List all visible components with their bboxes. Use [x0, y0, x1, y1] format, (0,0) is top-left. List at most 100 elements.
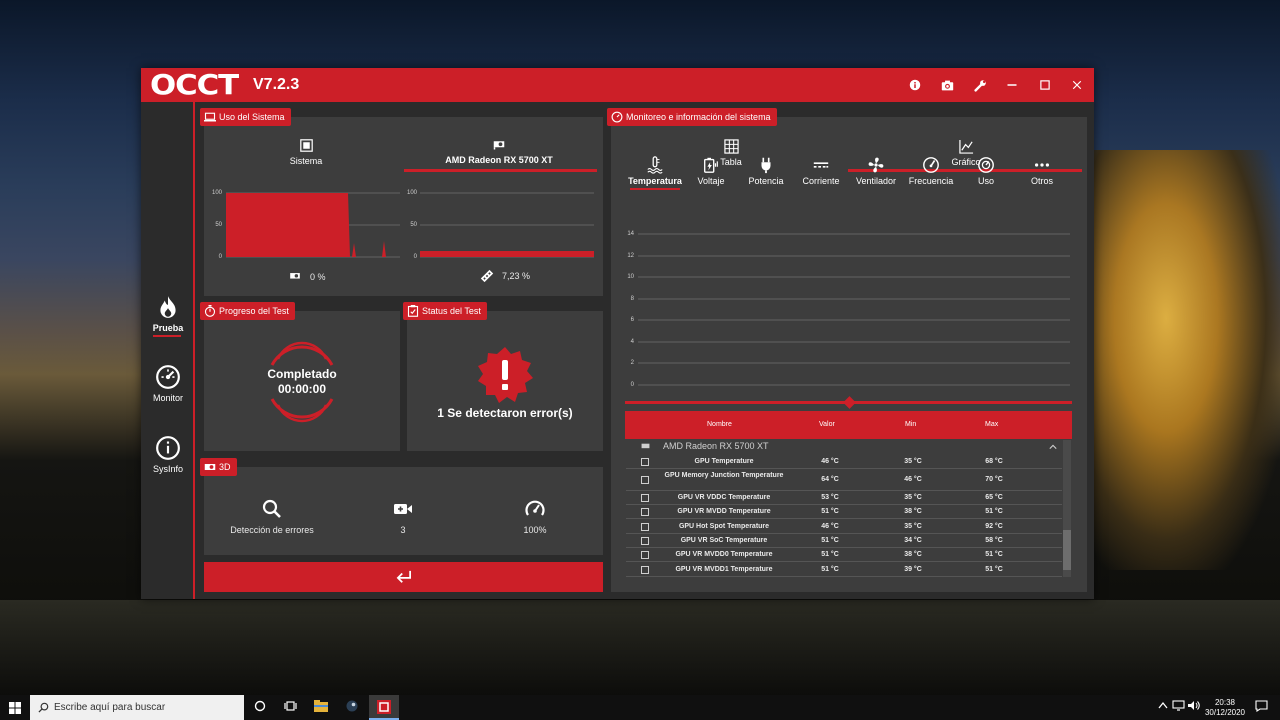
monitor-graph-grid: [638, 233, 1070, 386]
info-icon[interactable]: [906, 76, 924, 94]
graph-axis-tick: 10: [627, 274, 634, 280]
sensor-table-header: Nombre Valor Min Max: [625, 411, 1072, 439]
graph-axis-tick: 4: [630, 339, 634, 345]
row-checkbox[interactable]: [641, 566, 649, 574]
sensor-value: 46 °C: [821, 458, 839, 465]
table-row[interactable]: GPU Hot Spot Temperature 46 °C 35 °C 92 °C: [626, 520, 1062, 534]
row-checkbox[interactable]: [641, 476, 649, 484]
gpu-usage-value: 7,23 %: [502, 271, 531, 281]
scrollbar-thumb[interactable]: [1063, 530, 1071, 570]
category-temperatura[interactable]: Temperatura: [627, 156, 683, 190]
column-header-valor[interactable]: Valor: [819, 421, 835, 428]
column-header-nombre[interactable]: Nombre: [707, 421, 732, 428]
table-row[interactable]: GPU Memory Junction Temperature 64 °C 46 °…: [626, 469, 1062, 491]
sensor-min: 35 °C: [904, 523, 922, 530]
table-row[interactable]: GPU VR MVDD0 Temperature 51 °C 38 °C 51 °C: [626, 548, 1062, 562]
minimize-icon[interactable]: [1003, 76, 1021, 94]
category-otros[interactable]: Otros: [1014, 156, 1070, 186]
cpu-usage-value: 0 %: [310, 271, 326, 282]
speedometer-icon: [923, 157, 939, 173]
plug-icon: [761, 157, 771, 174]
sensor-value: 51 °C: [821, 537, 839, 544]
gauge-icon: [978, 157, 994, 173]
graph-axis-tick: 12: [627, 253, 634, 259]
row-checkbox[interactable]: [641, 508, 649, 516]
taskbar-occt-app[interactable]: [369, 695, 399, 720]
camera-icon[interactable]: [938, 76, 956, 94]
table-row[interactable]: GPU VR SoC Temperature 51 °C 34 °C 58 °C: [626, 534, 1062, 548]
progress-time: 00:00:00: [277, 382, 327, 396]
sensor-min: 38 °C: [904, 508, 922, 515]
category-ventilador[interactable]: Ventilador: [848, 156, 904, 186]
sidebar-item-monitor[interactable]: Monitor: [141, 364, 195, 403]
clipboard-check-icon: [407, 305, 419, 317]
panel-title: Uso del Sistema: [219, 112, 285, 122]
gpu-icon: [493, 141, 505, 150]
column-header-max[interactable]: Max: [985, 421, 998, 428]
steam-icon[interactable]: [345, 700, 359, 714]
tab-sistema[interactable]: Sistema: [266, 139, 346, 166]
row-checkbox[interactable]: [641, 458, 649, 466]
sensor-value: 51 °C: [821, 508, 839, 515]
clock-time: 20:38: [1214, 698, 1236, 707]
graph-axis-tick: 6: [630, 317, 634, 323]
windows-start-icon[interactable]: [9, 702, 21, 714]
graph-axis-tick: 0: [630, 382, 634, 388]
column-header-min[interactable]: Min: [905, 421, 916, 428]
category-uso[interactable]: Uso: [958, 156, 1014, 186]
row-checkbox[interactable]: [641, 551, 649, 559]
row-checkbox[interactable]: [641, 537, 649, 545]
cpu-axis-tick: 50: [215, 222, 222, 228]
sensor-max: 51 °C: [985, 551, 1003, 558]
row-checkbox[interactable]: [641, 494, 649, 502]
progress-tag: Progreso del Test: [200, 302, 295, 320]
taskbar-search-box[interactable]: Escribe aquí para buscar: [30, 695, 244, 720]
chevron-up-icon[interactable]: [1049, 443, 1057, 451]
row-checkbox[interactable]: [641, 523, 649, 531]
search-icon: [38, 702, 49, 713]
monitor-tag: Monitoreo e información del sistema: [607, 108, 777, 126]
start-test-button[interactable]: [204, 562, 603, 592]
task-view-icon[interactable]: [283, 700, 297, 714]
cortana-icon[interactable]: [253, 700, 267, 714]
file-explorer-icon[interactable]: [314, 700, 328, 714]
category-frecuencia[interactable]: Frecuencia: [903, 156, 959, 186]
sensor-name: GPU VR SoC Temperature: [680, 537, 768, 544]
sensor-value: 51 °C: [821, 551, 839, 558]
gpu-axis-tick: 50: [410, 222, 417, 228]
taskbar-clock[interactable]: 20:38 30/12/2020: [1200, 698, 1250, 718]
test-progress-panel: Progreso del Test Completado 00:00:00: [200, 302, 400, 451]
sensor-value: 46 °C: [821, 523, 839, 530]
titlebar[interactable]: OCCT V7.2.3: [141, 68, 1094, 102]
3d-tag: 3D: [200, 458, 237, 476]
table-row[interactable]: GPU VR MVDD1 Temperature 51 °C 39 °C 51 °C: [626, 563, 1062, 577]
close-icon[interactable]: [1068, 76, 1086, 94]
wrench-icon[interactable]: [971, 76, 989, 94]
device-group-row[interactable]: AMD Radeon RX 5700 XT: [626, 440, 1062, 453]
sidebar-item-sysinfo[interactable]: SysInfo: [141, 435, 195, 474]
table-row[interactable]: GPU VR VDDC Temperature 53 °C 35 °C 65 °C: [626, 491, 1062, 505]
maximize-icon[interactable]: [1036, 76, 1054, 94]
table-scrollbar[interactable]: [1063, 440, 1071, 577]
sensor-name: GPU Temperature: [694, 458, 754, 465]
3d-item-label: 100%: [523, 525, 547, 535]
chevron-up-icon[interactable]: [1156, 700, 1170, 714]
volume-icon[interactable]: [1186, 700, 1200, 714]
gpu-icon: [290, 273, 300, 279]
cpu-icon: [299, 139, 313, 152]
tab-label: Sistema: [289, 156, 323, 166]
category-corriente[interactable]: Corriente: [793, 156, 849, 186]
table-row[interactable]: GPU VR MVDD Temperature 51 °C 38 °C 51 °C: [626, 505, 1062, 519]
table-row[interactable]: GPU Temperature 46 °C 35 °C 68 °C: [626, 455, 1062, 469]
cpu-usage-graph: [226, 192, 400, 258]
category-voltaje[interactable]: Voltaje: [683, 156, 739, 186]
panel-title: Status del Test: [422, 306, 481, 316]
notifications-icon[interactable]: [1254, 700, 1268, 714]
category-label: Corriente: [802, 176, 840, 186]
sidebar-item-prueba[interactable]: Prueba: [141, 294, 195, 337]
tab-gpu[interactable]: AMD Radeon RX 5700 XT: [434, 139, 564, 165]
network-icon[interactable]: [1171, 700, 1185, 714]
category-potencia[interactable]: Potencia: [738, 156, 794, 186]
sensor-max: 51 °C: [985, 566, 1003, 573]
desktop-wallpaper-sea: [0, 600, 1280, 695]
